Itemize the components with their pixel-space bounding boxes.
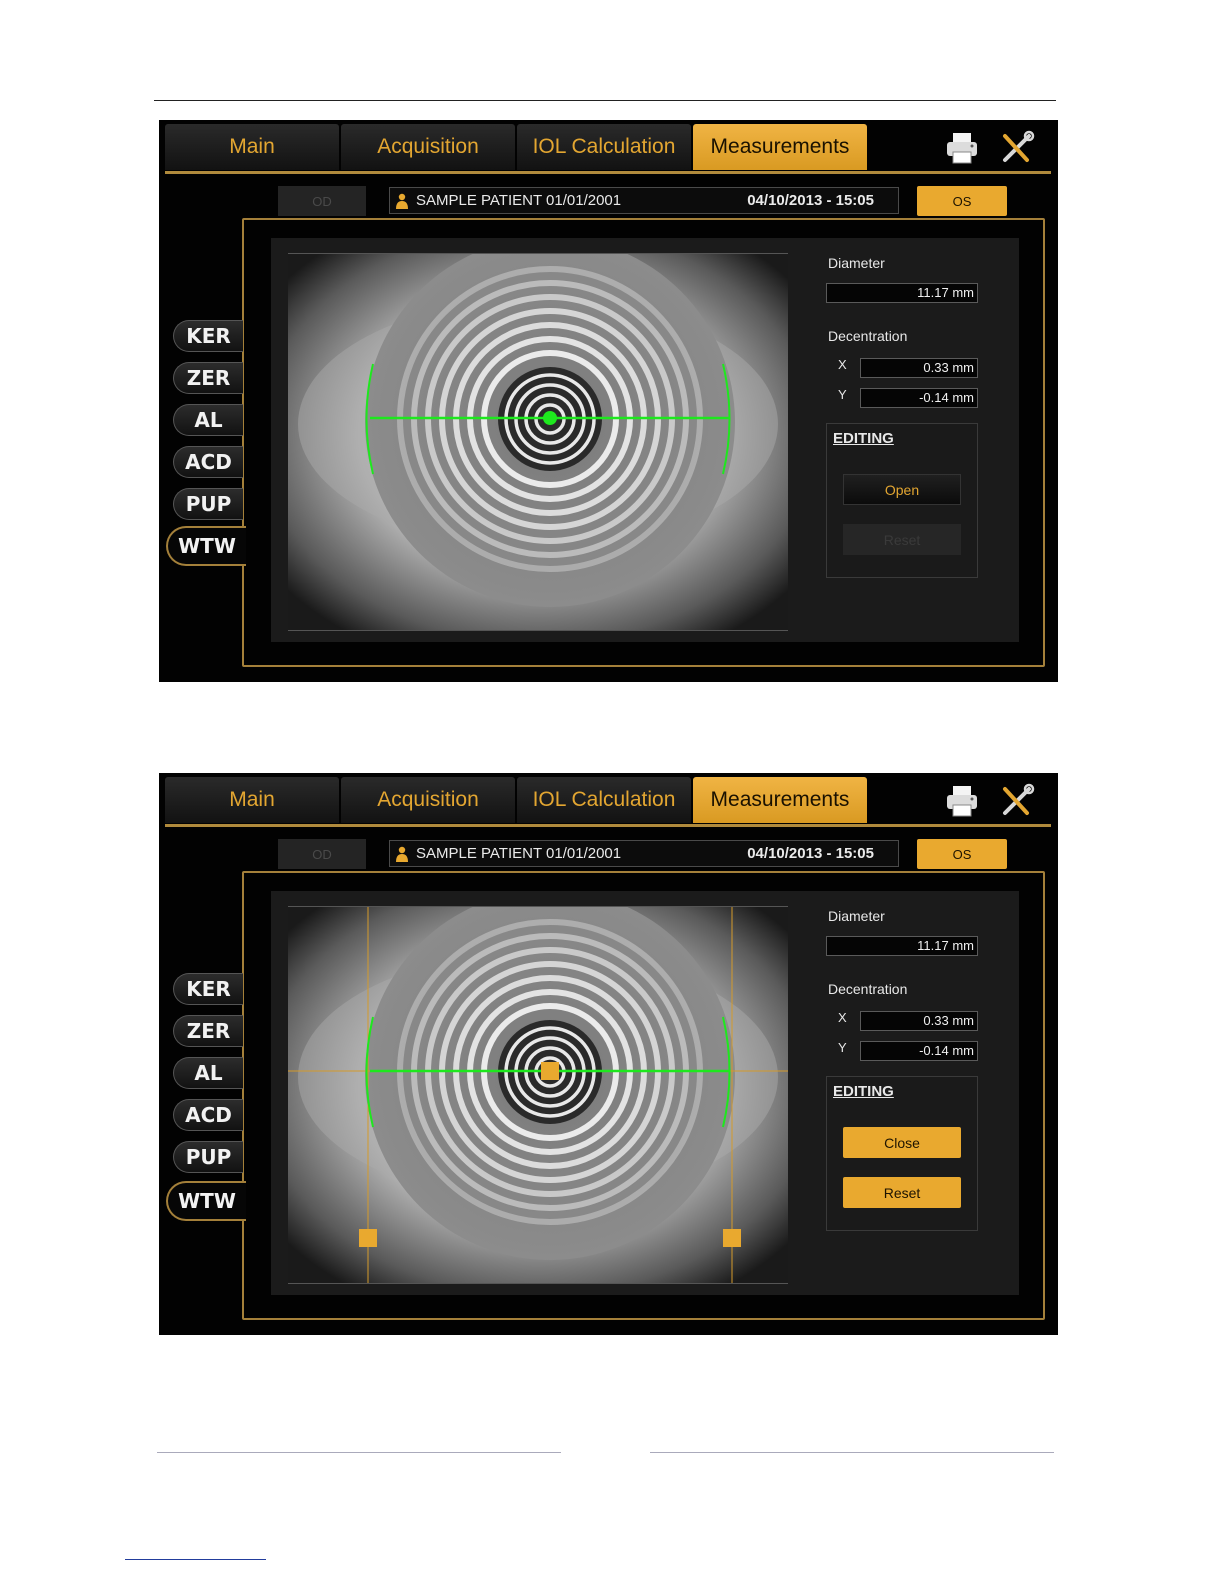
patient-name: SAMPLE PATIENT 01/01/2001 [416, 845, 622, 862]
printer-icon[interactable] [944, 783, 980, 819]
main-tab-bar: Main Acquisition IOL Calculation Measure… [165, 124, 869, 170]
patient-bar: SAMPLE PATIENT 01/01/2001 04/10/2013 - 1… [389, 187, 899, 214]
side-tab-zer[interactable]: ZER [173, 1015, 243, 1047]
close-button[interactable]: Close [843, 1127, 961, 1158]
x-label: X [838, 1010, 847, 1025]
screenshot-editing-open: Main Acquisition IOL Calculation Measure… [159, 773, 1058, 1335]
side-tab-al[interactable]: AL [173, 404, 243, 436]
tools-icon[interactable] [999, 130, 1035, 166]
side-tab-pup[interactable]: PUP [173, 1141, 243, 1173]
od-button[interactable]: OD [278, 186, 366, 216]
y-label: Y [838, 1040, 847, 1055]
footer-link-underline [125, 1559, 266, 1560]
exam-datetime: 04/10/2013 - 15:05 [747, 192, 874, 209]
editing-box: EDITING Close Reset [826, 1076, 978, 1231]
person-icon [396, 846, 408, 862]
side-tab-ker[interactable]: KER [173, 320, 243, 352]
side-tab-acd[interactable]: ACD [173, 446, 243, 478]
tab-measurements[interactable]: Measurements [693, 777, 867, 823]
side-tab-wtw[interactable]: WTW [166, 1181, 246, 1221]
diameter-label: Diameter [828, 908, 885, 924]
decentration-label: Decentration [828, 981, 908, 997]
reset-button[interactable]: Reset [843, 524, 961, 555]
person-icon [396, 193, 408, 209]
tab-iol-calculation[interactable]: IOL Calculation [517, 124, 691, 170]
open-button[interactable]: Open [843, 474, 961, 505]
main-tab-bar: Main Acquisition IOL Calculation Measure… [165, 777, 869, 823]
eye-image[interactable] [288, 253, 788, 631]
screenshot-editing-closed: Main Acquisition IOL Calculation Measure… [159, 120, 1058, 682]
side-tab-zer[interactable]: ZER [173, 362, 243, 394]
page-header-rule [154, 100, 1056, 101]
footer-rule-left [157, 1452, 561, 1453]
footer-rule-right [650, 1452, 1054, 1453]
tab-main[interactable]: Main [165, 124, 339, 170]
decentration-label: Decentration [828, 328, 908, 344]
tab-iol-calculation[interactable]: IOL Calculation [517, 777, 691, 823]
tab-underline [165, 171, 1051, 174]
reset-button[interactable]: Reset [843, 1177, 961, 1208]
diameter-label: Diameter [828, 255, 885, 271]
x-value: 0.33 mm [860, 1011, 978, 1031]
diameter-value: 11.17 mm [826, 936, 978, 956]
x-label: X [838, 357, 847, 372]
diameter-value: 11.17 mm [826, 283, 978, 303]
tab-main[interactable]: Main [165, 777, 339, 823]
y-value: -0.14 mm [860, 388, 978, 408]
od-button[interactable]: OD [278, 839, 366, 869]
tab-underline [165, 824, 1051, 827]
side-tab-ker[interactable]: KER [173, 973, 243, 1005]
side-tab-pup[interactable]: PUP [173, 488, 243, 520]
right-edge-handle[interactable] [723, 1229, 741, 1247]
tab-measurements[interactable]: Measurements [693, 124, 867, 170]
tab-acquisition[interactable]: Acquisition [341, 124, 515, 170]
printer-icon[interactable] [944, 130, 980, 166]
tab-acquisition[interactable]: Acquisition [341, 777, 515, 823]
exam-datetime: 04/10/2013 - 15:05 [747, 845, 874, 862]
patient-bar: SAMPLE PATIENT 01/01/2001 04/10/2013 - 1… [389, 840, 899, 867]
editing-title: EDITING [833, 1083, 894, 1100]
eye-image[interactable] [288, 906, 788, 1284]
side-tab-wtw[interactable]: WTW [166, 526, 246, 566]
os-button[interactable]: OS [917, 186, 1007, 216]
patient-name: SAMPLE PATIENT 01/01/2001 [416, 192, 622, 209]
y-label: Y [838, 387, 847, 402]
tools-icon[interactable] [999, 783, 1035, 819]
left-edge-handle[interactable] [359, 1229, 377, 1247]
y-value: -0.14 mm [860, 1041, 978, 1061]
x-value: 0.33 mm [860, 358, 978, 378]
center-handle[interactable] [541, 1062, 559, 1080]
editing-title: EDITING [833, 430, 894, 447]
side-tab-acd[interactable]: ACD [173, 1099, 243, 1131]
side-tab-al[interactable]: AL [173, 1057, 243, 1089]
editing-box: EDITING Open Reset [826, 423, 978, 578]
os-button[interactable]: OS [917, 839, 1007, 869]
